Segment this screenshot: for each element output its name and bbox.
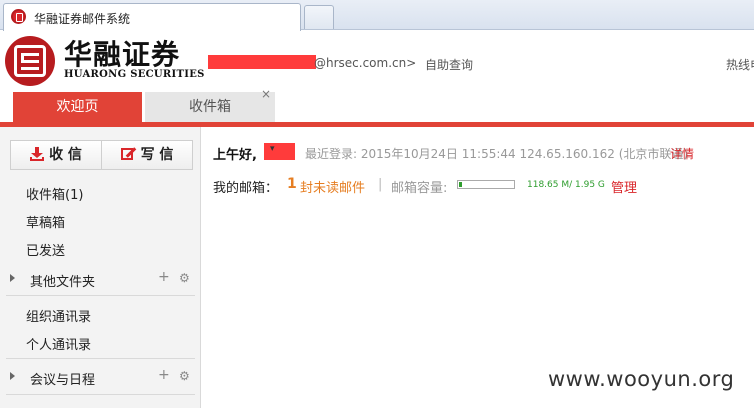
mail-action-bar: 收 信 写 信 [10,140,193,170]
browser-tab[interactable]: 华融证券邮件系统 [3,3,301,31]
receive-label: 收 信 [49,147,82,163]
compose-mail-button[interactable]: 写 信 [102,141,192,169]
add-folder-icon[interactable]: + [158,269,170,285]
download-icon [30,147,45,161]
new-tab-button[interactable] [304,5,334,29]
browser-tab-strip: 华融证券邮件系统 [0,0,754,31]
greeting: 上午好, [213,148,257,163]
sidebar-item-drafts[interactable]: 草稿箱 [26,212,65,231]
sidebar-divider [6,358,195,359]
sidebar-item-calendar[interactable]: 会议与日程 [30,369,95,388]
folder-settings-icon[interactable]: ⚙ [179,271,190,285]
add-calendar-icon[interactable]: + [158,367,170,383]
tab-inbox-label: 收件箱 [189,99,231,115]
greeting-name-redaction[interactable] [264,143,295,160]
hotline-text: 热线电 [726,58,754,72]
compose-icon [120,146,136,161]
logo-text-cn: 华融证券 [64,38,181,71]
logo-text-en: HUARONG SECURITIES [64,69,205,80]
tab-welcome[interactable]: 欢迎页 [13,92,142,123]
login-details-link[interactable]: 详情 [670,145,694,162]
manage-quota-link[interactable]: 管理 [611,177,637,196]
receive-mail-button[interactable]: 收 信 [11,141,102,169]
tab-inbox[interactable]: 收件箱 × [145,87,275,123]
expand-arrow-icon[interactable] [10,274,15,282]
self-service-query-link[interactable]: 自助查询 [425,56,473,73]
mailbox-label: 我的邮箱： [213,181,279,196]
mail-header: 华融证券 HUARONG SECURITIES @hrsec.com.cn> 自… [0,31,754,123]
favicon-icon [11,9,26,24]
write-label: 写 信 [140,147,174,163]
last-login-info: 最近登录: 2015年10月24日 11:55:44 124.65.160.16… [305,147,689,161]
unread-mail-link[interactable]: 封未读邮件 [300,177,365,196]
user-email: @hrsec.com.cn> [314,56,417,70]
watermark-text: www.wooyun.org [548,367,735,391]
quota-progress-fill [459,182,462,187]
sidebar-divider [6,295,195,296]
sidebar-divider [6,394,195,395]
sidebar-item-sent[interactable]: 已发送 [26,240,65,259]
expand-arrow-icon[interactable] [10,372,15,380]
sidebar-item-org-contacts[interactable]: 组织通讯录 [26,306,91,325]
quota-progress-bar [457,180,515,189]
close-icon[interactable]: × [261,84,271,104]
unread-count[interactable]: 1 [287,176,297,192]
browser-tab-title: 华融证券邮件系统 [34,12,131,26]
huarong-logo-icon [5,36,55,86]
quota-usage-text: 118.65 M/ 1.95 G [527,180,605,190]
calendar-settings-icon[interactable]: ⚙ [179,369,190,383]
user-name-redaction [208,55,316,69]
quota-label: 邮箱容量: [391,181,448,196]
sidebar-item-other-folders[interactable]: 其他文件夹 [30,271,95,290]
separator: | [378,177,383,192]
sidebar-item-personal-contacts[interactable]: 个人通讯录 [26,334,91,353]
sidebar-item-inbox[interactable]: 收件箱(1) [26,184,83,203]
sidebar: 收 信 写 信 收件箱(1) 草稿箱 已发送 其他文件夹 + ⚙ 组织通讯录 个… [0,127,201,408]
